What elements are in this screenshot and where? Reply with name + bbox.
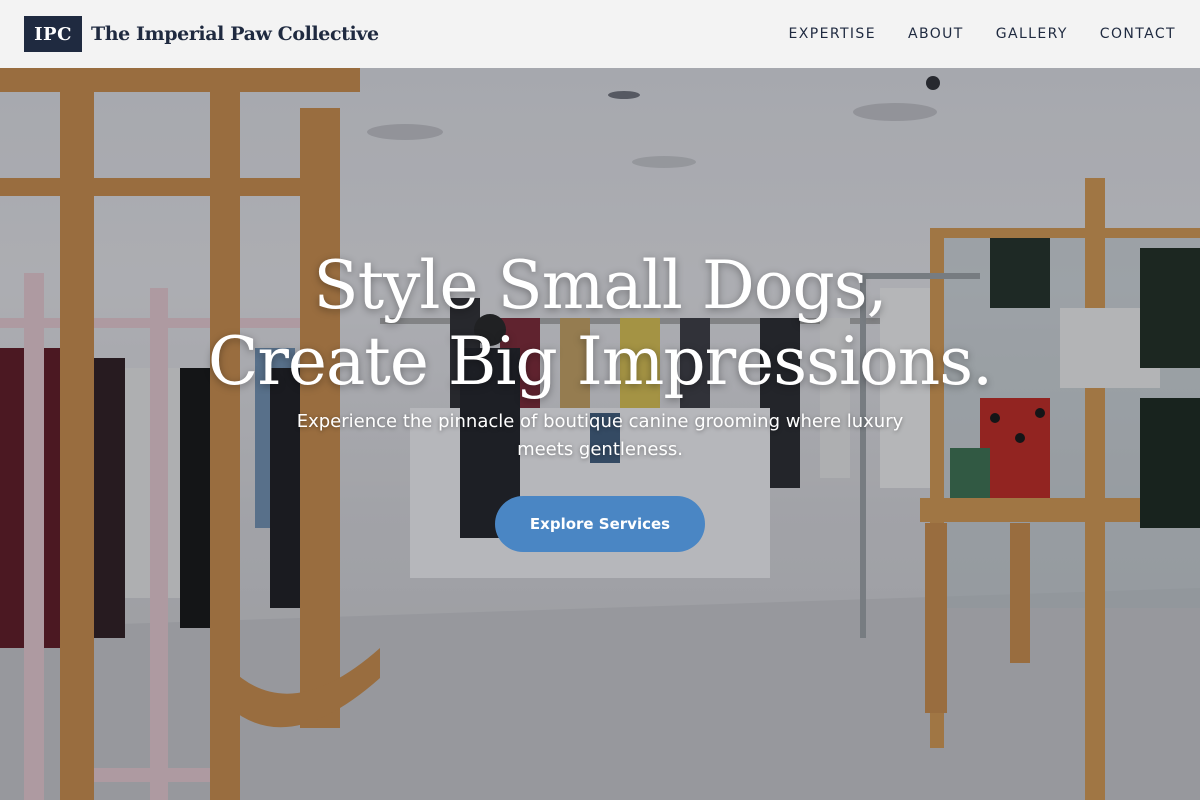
explore-services-button[interactable]: Explore Services [495,496,705,552]
nav-link-contact[interactable]: CONTACT [1100,26,1176,42]
hero-headline: Style Small Dogs, Create Big Impressions… [0,248,1200,400]
hero-subheading: Experience the pinnacle of boutique cani… [296,411,904,460]
brand[interactable]: IPC The Imperial Paw Collective [24,16,379,52]
logo-badge[interactable]: IPC [24,16,82,52]
headline-line-1: Style Small Dogs, [313,247,887,324]
nav-link-expertise[interactable]: EXPERTISE [789,26,876,42]
hero-section: Style Small Dogs, Create Big Impressions… [0,68,1200,800]
hero-content: Style Small Dogs, Create Big Impressions… [0,68,1200,800]
headline-line-2: Create Big Impressions. [207,323,993,400]
brand-name[interactable]: The Imperial Paw Collective [91,23,379,45]
nav-link-gallery[interactable]: GALLERY [996,26,1068,42]
site-header: IPC The Imperial Paw Collective EXPERTIS… [0,0,1200,68]
main-nav: EXPERTISE ABOUT GALLERY CONTACT [757,26,1176,42]
nav-link-about[interactable]: ABOUT [908,26,964,42]
